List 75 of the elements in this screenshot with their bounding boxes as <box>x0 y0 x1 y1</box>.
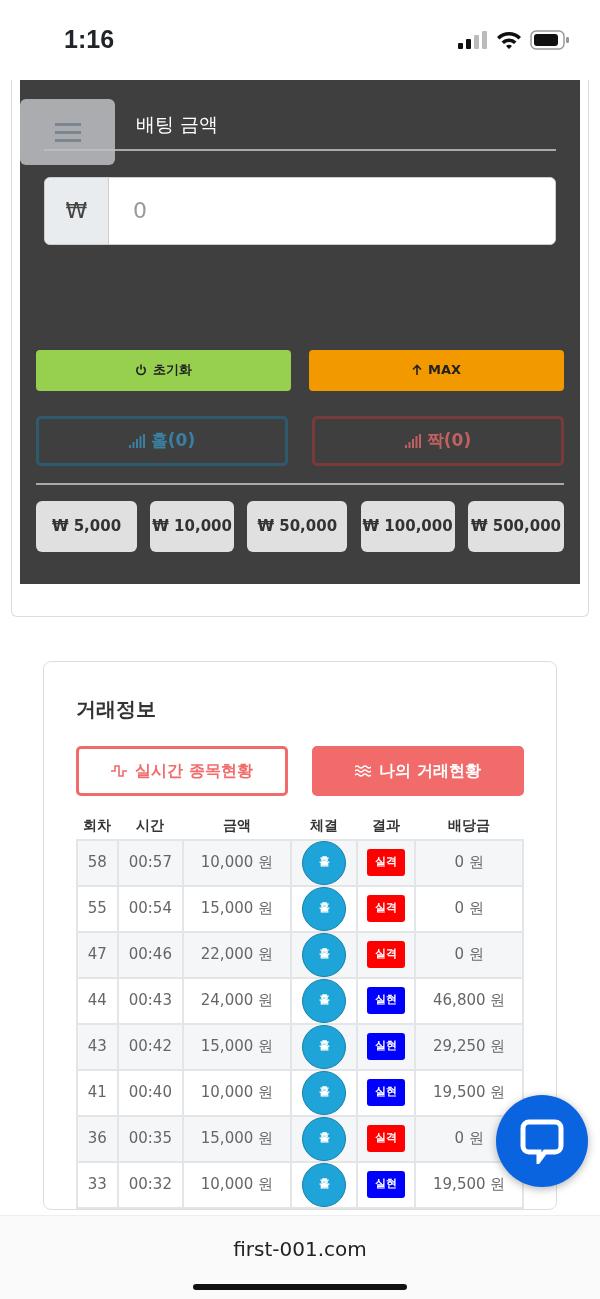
max-button[interactable]: MAX <box>309 349 564 391</box>
result-badge: 실격 <box>367 895 406 922</box>
pick-badge: 홀 <box>302 1116 347 1161</box>
table-cell: 0 원 <box>415 931 523 978</box>
table-cell: 00:32 <box>117 1161 184 1208</box>
column-header: 회차 <box>77 811 118 840</box>
pick-badge: 홀 <box>302 932 347 977</box>
table-cell: 15,000 원 <box>183 1023 291 1070</box>
table-cell: 24,000 원 <box>183 977 291 1024</box>
amount-chip[interactable]: ₩ 500,000 <box>468 500 564 552</box>
pick-badge: 홀 <box>302 840 347 885</box>
table-cell: 22,000 원 <box>183 931 291 978</box>
menu-icon <box>54 121 81 143</box>
pick-badge: 홀 <box>302 978 347 1023</box>
menu-button[interactable] <box>20 99 115 165</box>
table-cell: 10,000 원 <box>183 1161 291 1208</box>
table-cell: 00:43 <box>117 977 184 1024</box>
amount-chip[interactable]: ₩ 10,000 <box>150 500 234 552</box>
pick-badge: 홀 <box>302 1070 347 1115</box>
table-cell: 15,000 원 <box>183 1115 291 1162</box>
table-cell: 47 <box>77 931 118 978</box>
table-cell: 00:40 <box>117 1069 184 1116</box>
table-cell: 0 원 <box>415 885 523 932</box>
status-time: 1:16 <box>64 24 115 56</box>
bars-icon <box>128 433 145 448</box>
waves-icon <box>355 764 372 777</box>
pick-badge: 홀 <box>302 1024 347 1069</box>
result-badge: 실격 <box>367 1125 406 1152</box>
power-icon <box>135 364 147 376</box>
table-cell: 0 원 <box>415 839 523 886</box>
home-indicator[interactable] <box>193 1284 407 1290</box>
amount-chip[interactable]: ₩ 100,000 <box>360 500 455 552</box>
amount-chip[interactable]: ₩ 5,000 <box>36 500 137 552</box>
amount-chip[interactable]: ₩ 50,000 <box>247 500 348 552</box>
table-cell: 33 <box>77 1161 118 1208</box>
table-cell: 46,800 원 <box>415 977 523 1024</box>
table-cell: 29,250 원 <box>415 1023 523 1070</box>
table-cell: 00:54 <box>117 885 184 932</box>
table-cell: 58 <box>77 839 118 886</box>
pulse-icon <box>111 764 128 777</box>
bars-icon <box>404 433 421 448</box>
column-header: 금액 <box>183 811 291 840</box>
result-badge: 실현 <box>367 987 406 1014</box>
table-cell: 00:46 <box>117 931 184 978</box>
table-cell: 41 <box>77 1069 118 1116</box>
battery-icon <box>530 30 570 50</box>
table-cell: 10,000 원 <box>183 1069 291 1116</box>
result-badge: 실격 <box>367 849 406 876</box>
result-badge: 실현 <box>367 1033 406 1060</box>
column-header: 결과 <box>357 811 416 840</box>
column-header: 체결 <box>290 811 358 840</box>
table-cell: 15,000 원 <box>183 885 291 932</box>
amount-field[interactable]: ₩ 0 <box>44 176 556 245</box>
wifi-icon <box>496 30 522 50</box>
table-cell: 00:35 <box>117 1115 184 1162</box>
pick-badge: 홀 <box>302 1162 347 1207</box>
result-badge: 실현 <box>367 1079 406 1106</box>
reset-button[interactable]: 초기화 <box>36 349 291 391</box>
column-header: 시간 <box>117 811 184 840</box>
chat-icon <box>519 1118 565 1164</box>
table-cell: 44 <box>77 977 118 1024</box>
table-cell: 55 <box>77 885 118 932</box>
table-cell: 00:42 <box>117 1023 184 1070</box>
column-header: 배당금 <box>415 811 523 840</box>
table-cell: 36 <box>77 1115 118 1162</box>
signal-icon <box>458 31 488 49</box>
url-text[interactable]: first-001.com <box>233 1234 367 1264</box>
table-cell: 43 <box>77 1023 118 1070</box>
section-title: 거래정보 <box>76 695 157 723</box>
result-badge: 실격 <box>367 941 406 968</box>
pick-badge: 홀 <box>302 886 347 931</box>
result-badge: 실현 <box>367 1171 406 1198</box>
arrow-up-icon <box>412 364 422 376</box>
table-cell: 00:57 <box>117 839 184 886</box>
table-cell: 10,000 원 <box>183 839 291 886</box>
